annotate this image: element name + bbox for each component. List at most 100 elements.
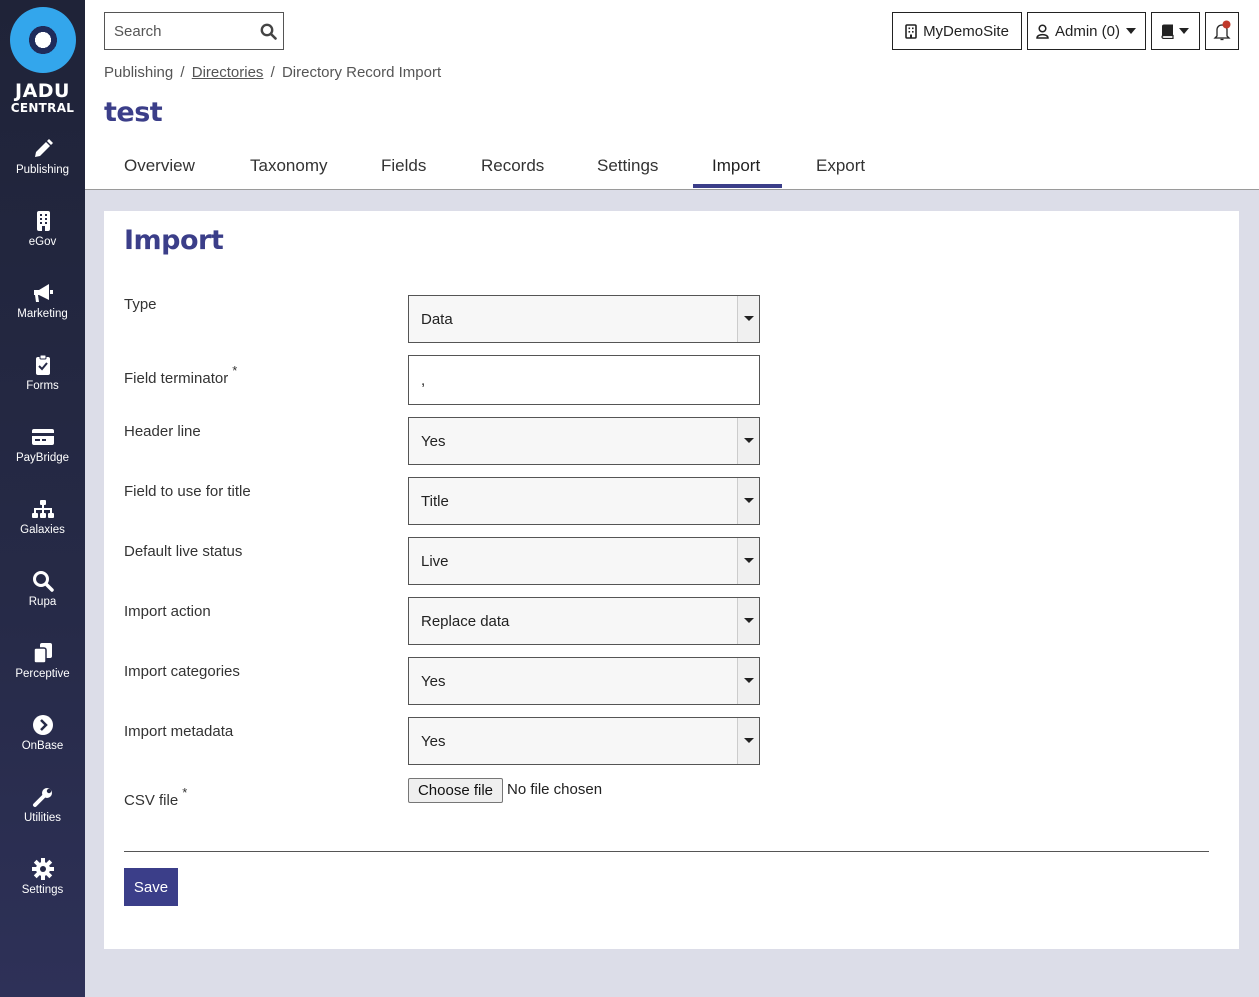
clipboard-check-icon	[35, 354, 50, 375]
credit-card-icon	[31, 429, 54, 445]
caret-down-icon	[1126, 28, 1137, 34]
chevron-down-icon	[737, 296, 759, 342]
form-divider	[124, 851, 1209, 852]
sidebar-item-label: Rupa	[28, 596, 57, 608]
user-icon	[1036, 23, 1049, 39]
import-metadata-select[interactable]: Yes	[408, 717, 760, 765]
tab-bar: Overview Taxonomy Fields Records Setting…	[85, 142, 1259, 190]
import-categories-value: Yes	[421, 673, 446, 690]
import-metadata-label: Import metadata	[124, 723, 234, 740]
field-terminator-label: Field terminator *	[124, 363, 238, 387]
breadcrumb-separator: /	[270, 64, 275, 81]
sitemap-icon	[31, 500, 54, 518]
help-menu-button[interactable]	[1151, 12, 1200, 50]
type-value: Data	[421, 311, 453, 328]
sidebar-item-label: PayBridge	[15, 452, 70, 464]
search-icon	[32, 571, 54, 592]
building-icon	[36, 211, 50, 231]
tab-records[interactable]: Records	[481, 156, 544, 176]
save-button[interactable]: Save	[124, 868, 178, 906]
type-select[interactable]: Data	[408, 295, 760, 343]
book-icon	[1161, 24, 1174, 39]
tab-fields[interactable]: Fields	[381, 156, 426, 176]
csv-file-label-text: CSV file	[124, 792, 179, 809]
breadcrumb-current: Directory Record Import	[281, 64, 442, 81]
building-icon	[905, 23, 917, 39]
breadcrumb-root: Publishing	[104, 64, 174, 81]
sidebar-item-galaxies[interactable]: Galaxies	[0, 498, 85, 558]
bell-icon	[1213, 20, 1231, 41]
sidebar-item-label: Marketing	[17, 308, 68, 320]
import-action-label: Import action	[124, 603, 211, 620]
site-switcher-button[interactable]: MyDemoSite	[892, 12, 1022, 50]
choose-file-button[interactable]: Choose file	[408, 778, 503, 803]
header-line-label: Header line	[124, 423, 201, 440]
tab-export[interactable]: Export	[816, 156, 865, 176]
header-line-value: Yes	[421, 433, 446, 450]
pencil-icon	[34, 139, 53, 157]
import-metadata-value: Yes	[421, 733, 446, 750]
chevron-down-icon	[737, 718, 759, 764]
required-marker: *	[182, 785, 188, 800]
sidebar-item-onbase[interactable]: OnBase	[0, 714, 85, 774]
sidebar-item-label: OnBase	[21, 740, 64, 752]
sidebar-item-paybridge[interactable]: PayBridge	[0, 426, 85, 486]
breadcrumb: Publishing / Directories / Directory Rec…	[104, 64, 441, 81]
sidebar-item-marketing[interactable]: Marketing	[0, 282, 85, 342]
csv-file-label: CSV file *	[124, 785, 188, 809]
search-input[interactable]	[105, 13, 255, 49]
tab-overview[interactable]: Overview	[124, 156, 195, 176]
file-status-text: No file chosen	[507, 781, 603, 798]
user-name: Admin (0)	[1054, 22, 1121, 40]
title-field-label: Field to use for title	[124, 483, 251, 500]
type-label: Type	[124, 296, 157, 313]
field-terminator-label-text: Field terminator	[124, 370, 229, 387]
sidebar-item-forms[interactable]: Forms	[0, 354, 85, 414]
tab-import[interactable]: Import	[712, 156, 760, 176]
search-box	[104, 12, 284, 50]
user-menu-button[interactable]: Admin (0)	[1027, 12, 1146, 50]
sidebar-item-egov[interactable]: eGov	[0, 210, 85, 270]
field-terminator-field	[408, 355, 760, 405]
import-categories-label: Import categories	[124, 663, 240, 680]
caret-down-icon	[1179, 28, 1189, 34]
tab-taxonomy[interactable]: Taxonomy	[250, 156, 327, 176]
tab-settings[interactable]: Settings	[597, 156, 658, 176]
import-action-select[interactable]: Replace data	[408, 597, 760, 645]
title-field-select[interactable]: Title	[408, 477, 760, 525]
field-terminator-input[interactable]	[409, 356, 759, 404]
sidebar-item-label: eGov	[28, 236, 57, 248]
chevron-down-icon	[737, 478, 759, 524]
sidebar-item-perceptive[interactable]: Perceptive	[0, 642, 85, 702]
brand-name: JADU	[15, 80, 70, 102]
sidebar-item-label: Perceptive	[15, 668, 70, 680]
wrench-icon	[32, 788, 52, 807]
chevron-down-icon	[737, 538, 759, 584]
sidebar-item-label: Utilities	[23, 812, 62, 824]
header-line-select[interactable]: Yes	[408, 417, 760, 465]
chevron-circle-icon	[32, 715, 53, 735]
live-status-label: Default live status	[124, 543, 243, 560]
section-heading: Import	[124, 225, 224, 256]
sidebar-item-settings[interactable]: Settings	[0, 858, 85, 918]
sidebar-item-label: Settings	[21, 884, 64, 896]
notifications-button[interactable]	[1205, 12, 1239, 50]
live-status-value: Live	[421, 553, 449, 570]
site-name: MyDemoSite	[923, 22, 1009, 40]
live-status-select[interactable]: Live	[408, 537, 760, 585]
page-title: test	[104, 97, 163, 128]
copy-icon	[32, 643, 52, 664]
sidebar-item-publishing[interactable]: Publishing	[0, 138, 85, 198]
chevron-down-icon	[737, 418, 759, 464]
jadu-logo-icon[interactable]	[10, 7, 76, 73]
breadcrumb-link-directories[interactable]: Directories	[192, 64, 264, 81]
brand-subtitle: CENTRAL	[10, 101, 75, 115]
import-action-value: Replace data	[421, 613, 510, 630]
gear-icon	[31, 858, 54, 880]
sidebar-item-utilities[interactable]: Utilities	[0, 786, 85, 846]
sidebar-item-rupa[interactable]: Rupa	[0, 570, 85, 630]
title-field-value: Title	[421, 493, 449, 510]
import-categories-select[interactable]: Yes	[408, 657, 760, 705]
required-marker: *	[232, 363, 238, 378]
search-icon[interactable]	[260, 23, 277, 40]
